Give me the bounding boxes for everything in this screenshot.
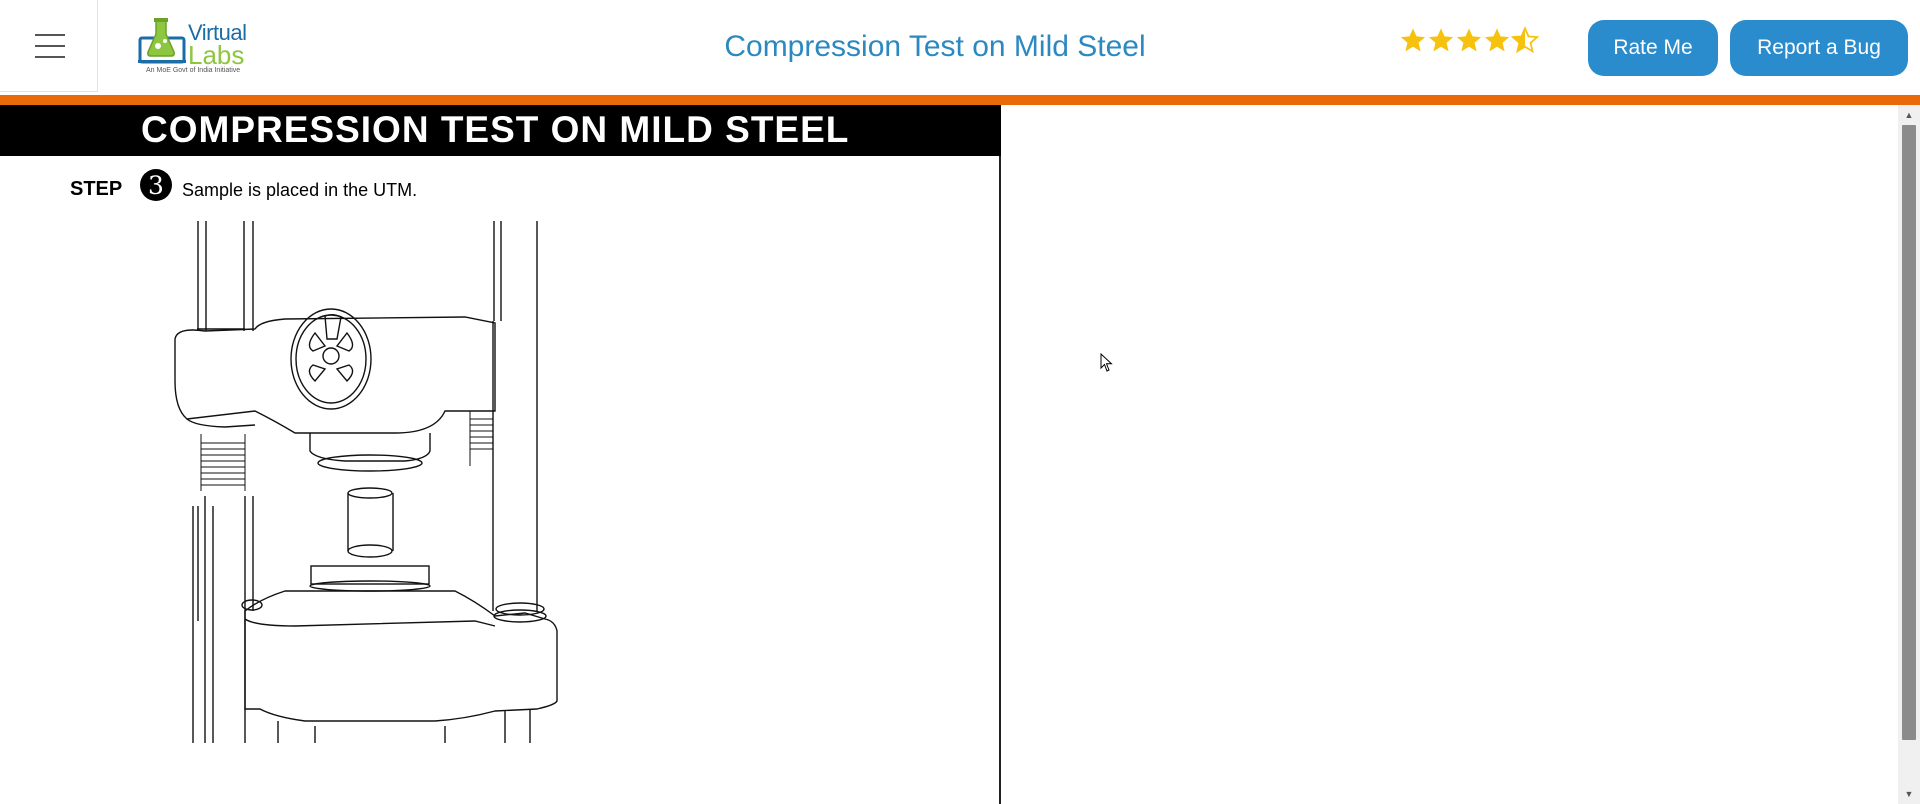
scroll-down-arrow-icon[interactable]: ▼: [1898, 786, 1920, 802]
mouse-pointer-icon: [1100, 353, 1113, 372]
observation-panel: [1002, 105, 1898, 804]
step-instruction: Sample is placed in the UTM.: [182, 180, 418, 200]
flask-icon: [138, 18, 186, 64]
star-icon: [1484, 28, 1510, 52]
page-title: Compression Test on Mild Steel: [724, 30, 1146, 63]
experiment-panel: COMPRESSION TEST ON MILD STEEL STEP 3 Sa…: [0, 105, 1001, 804]
scroll-up-arrow-icon[interactable]: ▲: [1898, 107, 1920, 123]
virtual-labs-logo[interactable]: Virtual Labs An MoE Govt of India Initia…: [138, 16, 250, 78]
top-navbar: Virtual Labs An MoE Govt of India Initia…: [0, 0, 1920, 95]
scrollbar-thumb[interactable]: [1902, 125, 1916, 740]
utm-machine-illustration[interactable]: [165, 221, 575, 743]
experiment-title: COMPRESSION TEST ON MILD STEEL: [141, 109, 850, 150]
step-label: STEP: [70, 178, 123, 200]
experiment-banner: COMPRESSION TEST ON MILD STEEL: [0, 105, 1001, 156]
star-icon: [1400, 28, 1426, 52]
logo-tagline: An MoE Govt of India Initiative: [146, 67, 241, 74]
star-icon: [1456, 28, 1482, 52]
star-half-icon: [1511, 26, 1539, 54]
header-divider: [0, 95, 1920, 105]
vertical-scrollbar[interactable]: ▲ ▼: [1898, 105, 1920, 804]
star-icon: [1428, 28, 1454, 52]
step-number-badge: 3: [140, 169, 172, 201]
rate-me-button[interactable]: Rate Me: [1588, 20, 1718, 76]
rating-stars[interactable]: [1399, 26, 1539, 58]
hamburger-menu-button[interactable]: [0, 0, 98, 92]
report-bug-button[interactable]: Report a Bug: [1730, 20, 1908, 76]
